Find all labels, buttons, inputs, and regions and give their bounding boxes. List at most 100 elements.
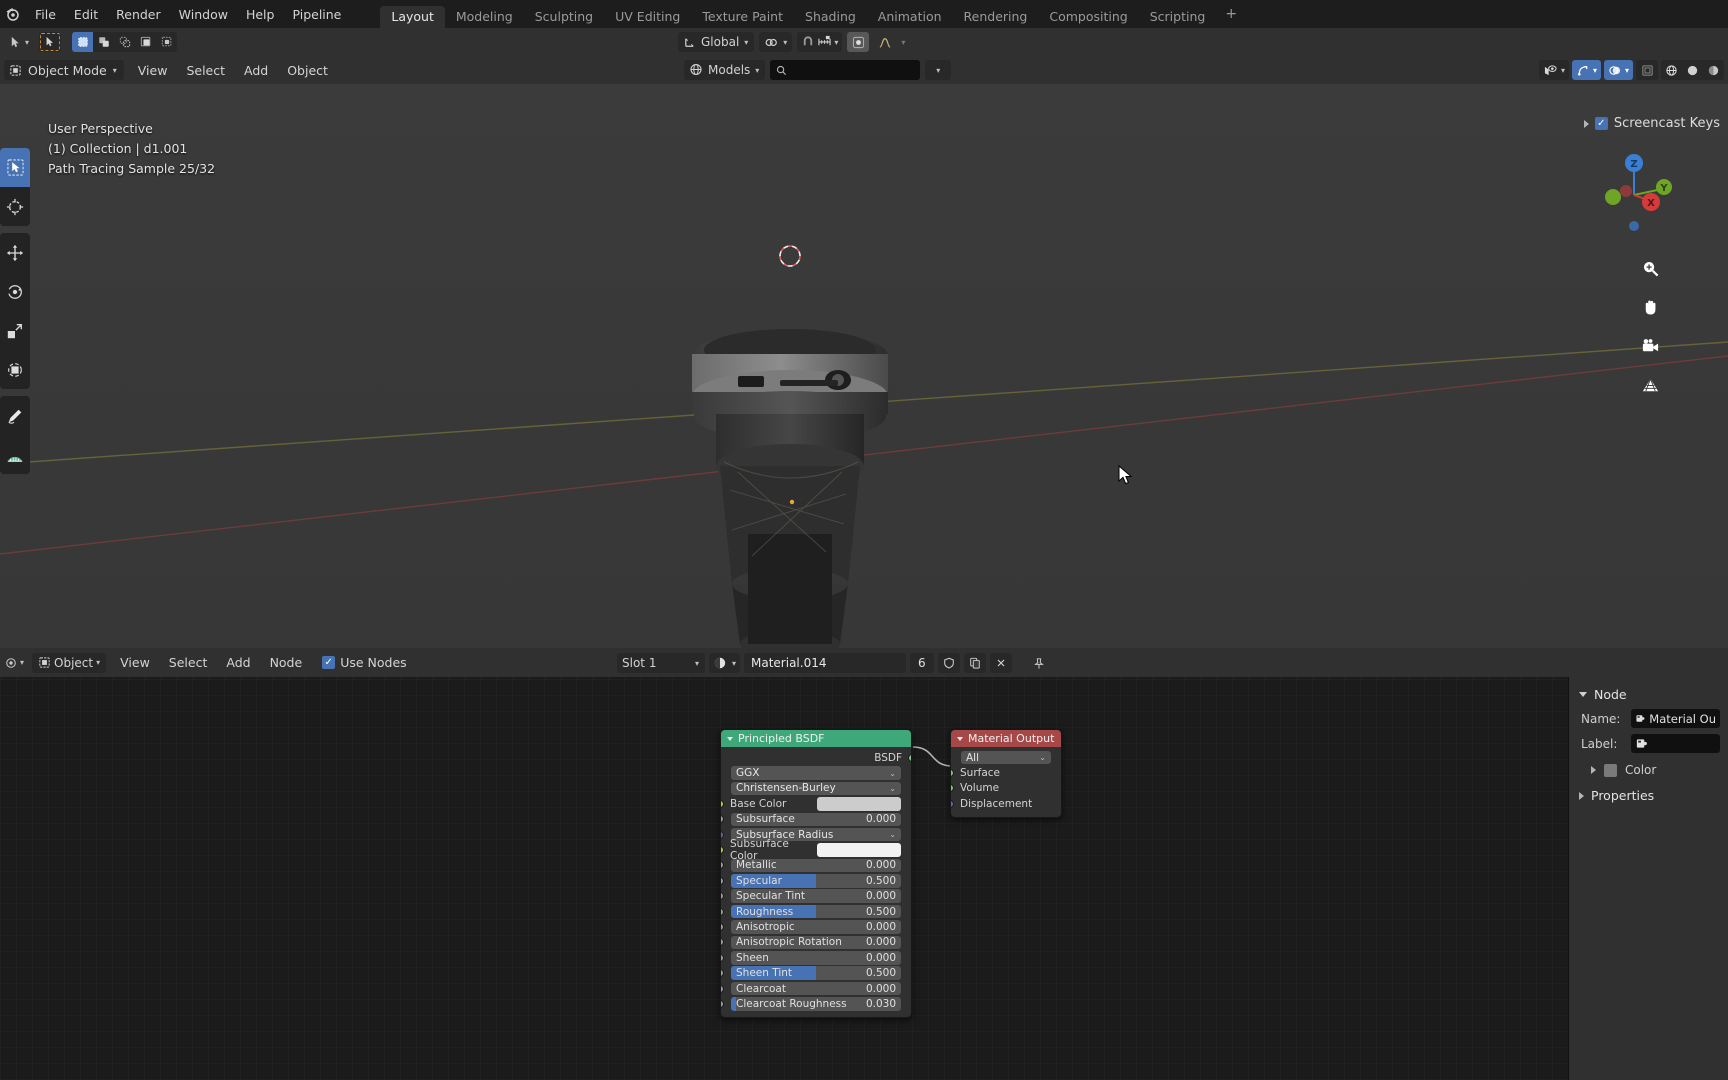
use-nodes-checkbox[interactable]: ✓	[322, 656, 336, 669]
material-users-count[interactable]: 6	[910, 653, 934, 673]
socket-icon[interactable]	[721, 815, 724, 824]
select-extend-icon[interactable]	[93, 32, 114, 52]
node-value-slider[interactable]: Specular 0.500	[731, 874, 901, 888]
node-color-swatch[interactable]	[817, 843, 901, 857]
node-name-field[interactable]: Material Ou	[1631, 709, 1720, 728]
node-input-row[interactable]: Sheen Tint 0.500	[721, 965, 911, 980]
node-header[interactable]: Material Output	[951, 730, 1061, 747]
gizmo-toggle[interactable]: ▾	[1571, 60, 1601, 80]
node-input-row[interactable]: Specular Tint 0.000	[721, 889, 911, 904]
menu-edit[interactable]: Edit	[65, 4, 107, 25]
socket-icon[interactable]	[908, 753, 911, 762]
workspace-tab-rendering[interactable]: Rendering	[953, 6, 1039, 28]
node-color-swatch[interactable]	[817, 797, 901, 811]
node-value-slider[interactable]: Clearcoat 0.000	[731, 981, 901, 996]
screencast-keys-overlay[interactable]: ✓ Screencast Keys	[1583, 116, 1720, 131]
node-enum-row[interactable]: All ⌄	[951, 750, 1061, 765]
shader-type-dropdown[interactable]: Object ▾	[32, 652, 107, 673]
material-name-field[interactable]: Material.014	[744, 653, 907, 673]
new-material-icon[interactable]	[963, 653, 986, 673]
chevron-down-icon[interactable]: ⌄	[889, 784, 896, 793]
node-label-field[interactable]	[1631, 734, 1720, 753]
node-material-output[interactable]: Material Output All ⌄ Surface Volume Displace…	[950, 729, 1062, 818]
node-input-row[interactable]: Clearcoat Roughness 0.030	[721, 996, 911, 1011]
select-intersect-icon[interactable]	[156, 32, 177, 52]
socket-icon[interactable]	[721, 922, 724, 931]
node-enum-row[interactable]: Christensen-Burley ⌄	[721, 781, 911, 796]
select-invert-icon[interactable]	[135, 32, 156, 52]
node-input-row[interactable]: Metallic 0.000	[721, 858, 911, 873]
search-input[interactable]	[770, 60, 921, 80]
add-workspace-button[interactable]: +	[1216, 3, 1246, 25]
node-menu-add[interactable]: Add	[217, 652, 259, 673]
blender-logo-icon[interactable]	[2, 0, 24, 28]
tool-annotate[interactable]	[0, 396, 30, 435]
tool-transform[interactable]	[0, 350, 30, 389]
shading-solid-icon[interactable]	[1682, 60, 1703, 80]
node-panel-header[interactable]: Node	[1569, 683, 1728, 706]
workspace-tab-texture-paint[interactable]: Texture Paint	[691, 6, 794, 28]
node-value-slider[interactable]: Specular Tint 0.000	[731, 889, 901, 903]
workspace-tab-modeling[interactable]: Modeling	[445, 6, 524, 28]
node-value-slider[interactable]: Anisotropic Rotation 0.000	[731, 935, 901, 950]
node-input-row[interactable]: Displacement	[951, 796, 1061, 811]
shading-wireframe-icon[interactable]	[1661, 60, 1682, 80]
node-input-row[interactable]: Specular 0.500	[721, 873, 911, 888]
node-principled-bsdf[interactable]: Principled BSDF BSDF GGX ⌄ Christensen-Burle…	[720, 729, 912, 1018]
tweak-tool-button[interactable]	[39, 32, 62, 52]
tool-select-box[interactable]	[0, 148, 30, 187]
node-value-slider[interactable]: Metallic 0.000	[731, 858, 901, 873]
magnet-icon[interactable]	[801, 33, 815, 52]
select-subtract-icon[interactable]	[114, 32, 135, 52]
socket-icon[interactable]	[721, 892, 724, 901]
viewport-canvas[interactable]: User Perspective (1) Collection | d1.001…	[0, 84, 1728, 648]
xray-toggle[interactable]	[1636, 60, 1658, 80]
tool-cursor[interactable]	[0, 187, 30, 226]
node-input-row[interactable]: Surface	[951, 765, 1061, 780]
workspace-tab-layout[interactable]: Layout	[380, 6, 445, 28]
tool-rotate[interactable]	[0, 272, 30, 311]
fake-user-icon[interactable]	[937, 653, 960, 673]
color-checkbox[interactable]	[1604, 763, 1617, 777]
node-menu-view[interactable]: View	[111, 652, 159, 673]
node-input-row[interactable]: Roughness 0.500	[721, 904, 911, 919]
node-input-row[interactable]: Anisotropic Rotation 0.000	[721, 935, 911, 950]
pin-icon[interactable]	[1028, 653, 1050, 673]
node-enum-dropdown[interactable]: Christensen-Burley ⌄	[731, 781, 901, 796]
collapse-arrow-icon[interactable]	[1579, 692, 1587, 697]
editor-type-dropdown[interactable]: ▾	[2, 653, 27, 673]
material-slot-dropdown[interactable]: Slot 1 ▾	[617, 653, 705, 673]
object-mode-dropdown[interactable]: Object Mode ▾	[4, 60, 124, 80]
collapse-arrow-icon[interactable]	[957, 736, 963, 741]
socket-icon[interactable]	[721, 876, 724, 885]
workspace-tab-scripting[interactable]: Scripting	[1139, 6, 1217, 28]
socket-icon[interactable]	[721, 969, 724, 978]
perspective-icon[interactable]	[1636, 371, 1664, 399]
menu-pipeline[interactable]: Pipeline	[283, 4, 350, 25]
screencast-keys-checkbox[interactable]: ✓	[1594, 117, 1608, 130]
select-set-icon[interactable]	[72, 32, 94, 52]
node-value-slider[interactable]: Anisotropic 0.000	[731, 920, 901, 934]
node-enum-row[interactable]: GGX ⌄	[721, 765, 911, 780]
chevron-down-icon[interactable]: ⌄	[889, 830, 896, 839]
material-browse-dropdown[interactable]: ▾	[709, 653, 741, 673]
node-input-row[interactable]: Anisotropic 0.000	[721, 919, 911, 934]
object-visibility-dropdown[interactable]: ▾	[1538, 60, 1569, 80]
viewport-menu-object[interactable]: Object	[278, 60, 337, 81]
socket-icon[interactable]	[721, 846, 724, 855]
socket-icon[interactable]	[951, 769, 954, 778]
collapse-arrow-icon[interactable]	[727, 736, 733, 741]
socket-icon[interactable]	[721, 938, 724, 947]
socket-icon[interactable]	[721, 999, 724, 1008]
socket-icon[interactable]	[721, 799, 724, 808]
unlink-material-icon[interactable]	[989, 653, 1012, 673]
search-filter-dropdown[interactable]: ▾	[925, 60, 952, 80]
node-menu-select[interactable]: Select	[160, 652, 217, 673]
tool-scale[interactable]	[0, 311, 30, 350]
3d-object[interactable]	[620, 284, 960, 648]
socket-icon[interactable]	[721, 984, 724, 993]
node-header[interactable]: Principled BSDF	[721, 730, 911, 747]
node-menu-node[interactable]: Node	[261, 652, 312, 673]
workspace-tab-shading[interactable]: Shading	[794, 6, 867, 28]
active-tool-icon[interactable]: ▾	[3, 32, 35, 52]
